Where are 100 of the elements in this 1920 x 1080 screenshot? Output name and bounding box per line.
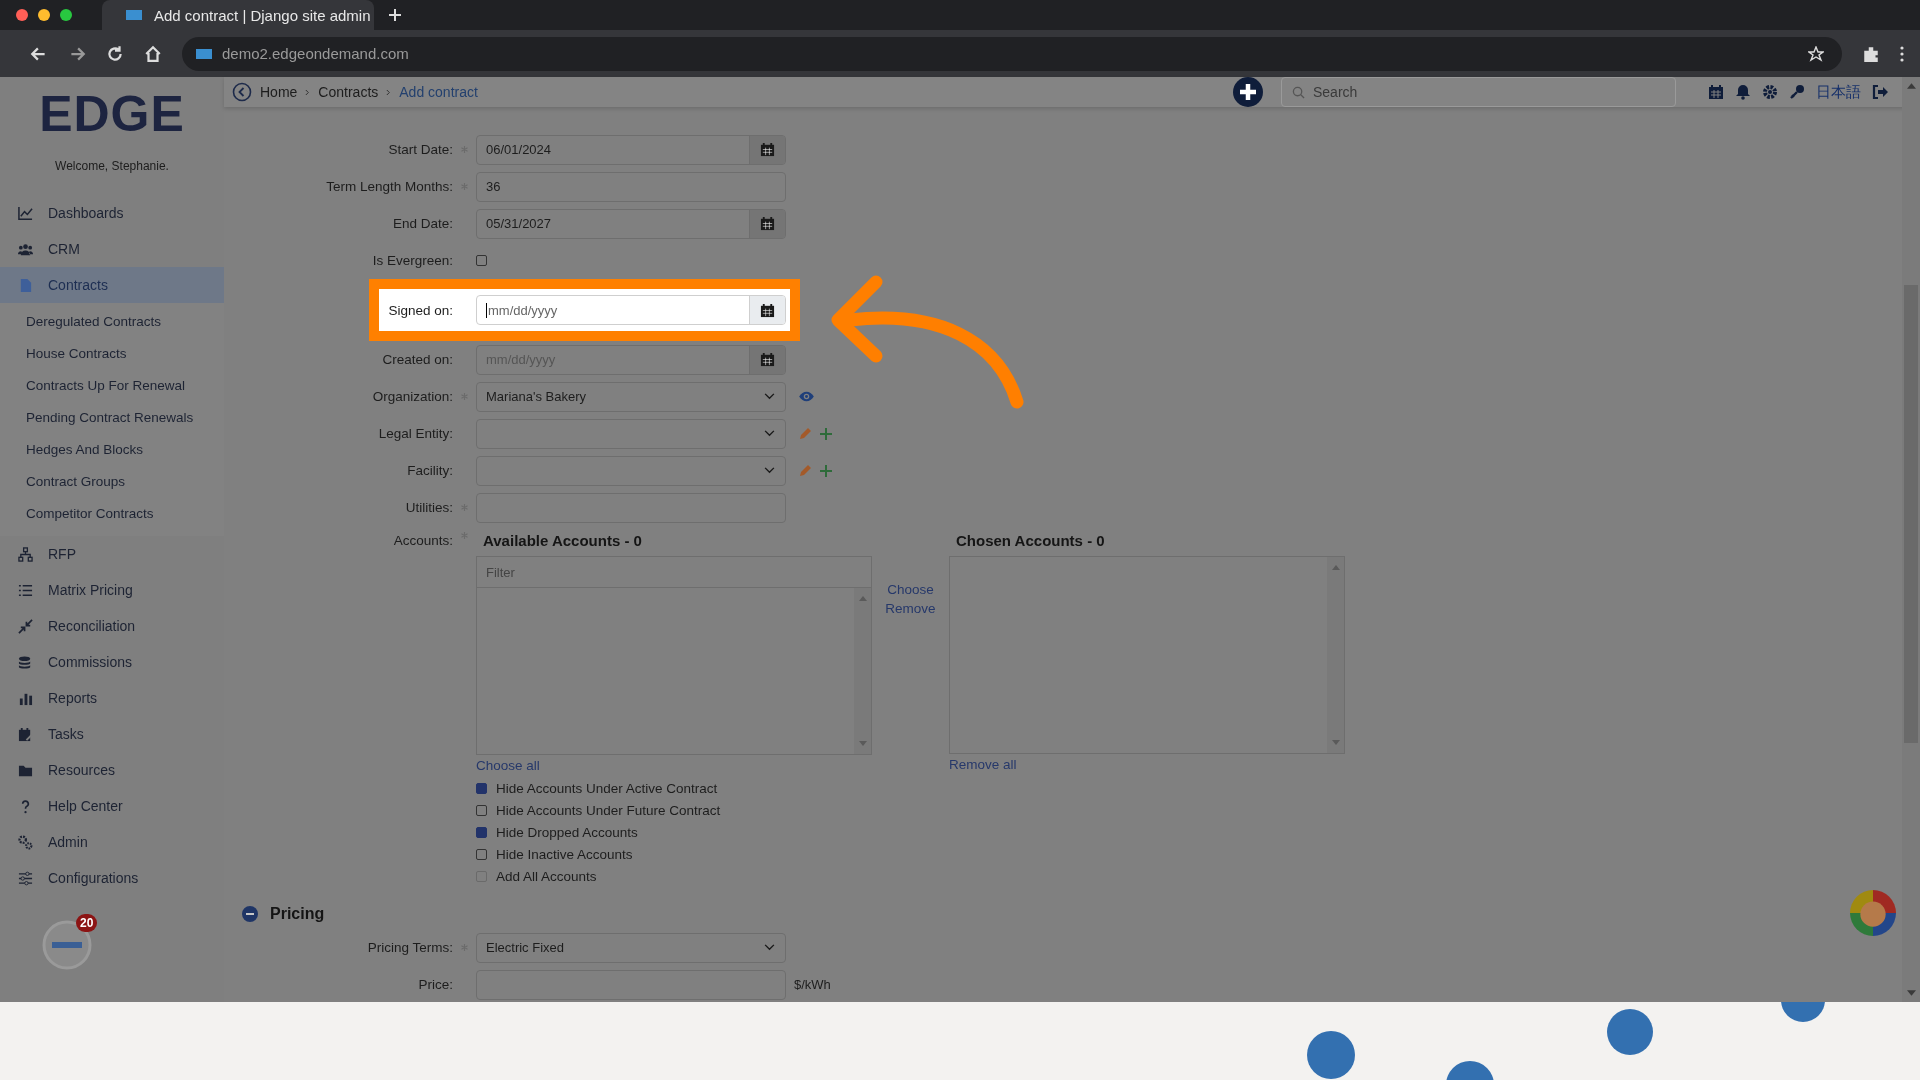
assistant-avatar-icon[interactable] — [1850, 890, 1896, 936]
date-field[interactable]: 06/01/2024 — [476, 134, 786, 165]
nav-item[interactable]: Contracts — [0, 267, 224, 303]
submenu-item[interactable]: Hedges And Blocks — [0, 434, 224, 466]
breadcrumb-link[interactable]: Home — [260, 84, 298, 100]
add-circle-icon[interactable] — [1233, 77, 1263, 107]
scroll-up-arrow-icon — [1906, 83, 1916, 89]
select-field[interactable]: Electric Fixed — [476, 932, 786, 963]
checkbox-label: Add All Accounts — [496, 868, 597, 884]
compress-arrows-icon — [18, 618, 33, 634]
collapse-circle-icon[interactable] — [242, 906, 258, 922]
notification-count: 20 — [76, 914, 98, 932]
checkbox-label: Hide Accounts Under Active Contract — [496, 780, 718, 796]
nav-item[interactable]: Admin — [0, 824, 224, 860]
submenu-item[interactable]: Contract Groups — [0, 466, 224, 498]
tab-title: Add contract | Django site admin — [154, 6, 371, 24]
scroll-up-arrow-icon — [1331, 565, 1340, 570]
settings-icon[interactable] — [1762, 84, 1778, 100]
choose-link[interactable]: Choose — [887, 582, 934, 597]
search-field[interactable]: Search — [1281, 77, 1676, 107]
chevron-down-icon — [764, 467, 775, 474]
section-title: Pricing — [270, 905, 325, 923]
choose-all-link[interactable]: Choose all — [476, 758, 540, 773]
submenu-item[interactable]: House Contracts — [0, 338, 224, 370]
text-field[interactable]: 36 — [476, 171, 786, 202]
breadcrumb-link[interactable]: Contracts — [318, 84, 379, 100]
new-tab-icon[interactable] — [388, 8, 402, 22]
calendar-icon[interactable] — [1708, 84, 1724, 100]
document-icon — [18, 277, 33, 293]
submenu-item[interactable]: Competitor Contracts — [0, 498, 224, 530]
nav-item[interactable]: Reports — [0, 680, 224, 716]
breadcrumb-link[interactable]: Add contract — [399, 84, 478, 100]
scrollbar[interactable] — [854, 588, 871, 754]
checkbox[interactable] — [476, 804, 487, 816]
nav-item[interactable]: Resources — [0, 752, 224, 788]
field-label: Facility: — [406, 463, 453, 478]
calendar-icon — [760, 352, 775, 367]
home-icon[interactable] — [144, 44, 162, 63]
nav-item[interactable]: Tasks — [0, 716, 224, 752]
select-field[interactable]: Mariana's Bakery — [476, 381, 786, 412]
field-label: Pricing Terms: — [366, 940, 453, 955]
nav-item[interactable]: RFP — [0, 536, 224, 572]
site-favicon-icon — [126, 10, 142, 20]
browser-menu-icon[interactable] — [1900, 45, 1904, 62]
field-label: Legal Entity: — [377, 426, 453, 441]
back-circle-icon[interactable] — [232, 82, 252, 102]
submenu-item[interactable]: Pending Contract Renewals — [0, 402, 224, 434]
scroll-up-arrow-icon — [858, 596, 867, 601]
calendar-icon — [760, 302, 775, 318]
calendar-icon — [760, 142, 775, 157]
calendar-icon — [760, 216, 775, 231]
page-scrollbar[interactable] — [1902, 77, 1920, 1002]
field-label: Start Date: — [387, 142, 453, 157]
nav-item[interactable]: Reconciliation — [0, 608, 224, 644]
reload-icon[interactable] — [106, 44, 124, 63]
submenu-item[interactable]: Deregulated Contracts — [0, 306, 224, 338]
nav-item[interactable]: Configurations — [0, 860, 224, 896]
select-field[interactable] — [476, 455, 786, 486]
nav-item[interactable]: Help Center — [0, 788, 224, 824]
field-label: Term Length Months: — [325, 179, 453, 194]
checkbox-label: Hide Accounts Under Future Contract — [496, 802, 721, 818]
remove-all-link[interactable]: Remove all — [949, 757, 1017, 772]
field-label: Signed on: — [387, 302, 453, 318]
remove-link[interactable]: Remove — [885, 601, 936, 616]
url-text: demo2.edgeondemand.com — [222, 45, 409, 62]
browser-tab[interactable]: Add contract | Django site admin — [102, 0, 374, 30]
checkbox[interactable] — [476, 826, 487, 838]
logo[interactable]: EDGE — [0, 91, 224, 137]
field-label: Price: — [417, 977, 453, 992]
bookmark-star-icon[interactable] — [1808, 45, 1824, 62]
bell-icon[interactable] — [1735, 84, 1751, 100]
nav-item[interactable]: Matrix Pricing — [0, 572, 224, 608]
checkbox[interactable] — [476, 255, 487, 266]
checkbox-label: Hide Inactive Accounts — [496, 846, 633, 862]
filter-field[interactable]: Filter — [476, 556, 872, 587]
welcome-badge-icon[interactable] — [42, 920, 92, 970]
language-link[interactable]: 日本語 — [1816, 82, 1861, 102]
window-control-icon[interactable] — [60, 9, 72, 21]
logout-icon[interactable] — [1872, 84, 1888, 100]
scrollbar[interactable] — [1327, 557, 1344, 753]
eye-icon[interactable] — [798, 391, 815, 402]
nav-item[interactable]: CRM — [0, 231, 224, 267]
address-bar[interactable]: demo2.edgeondemand.com — [182, 36, 1842, 71]
select-field[interactable] — [476, 418, 786, 449]
nav-item[interactable]: Commissions — [0, 644, 224, 680]
sliders-icon — [18, 870, 33, 886]
site-favicon-icon — [196, 48, 212, 59]
submenu-item[interactable]: Contracts Up For Renewal — [0, 370, 224, 402]
welcome-text: Welcome, Stephanie. — [54, 159, 170, 173]
date-field[interactable]: 05/31/2027 — [476, 208, 786, 239]
key-icon[interactable] — [1789, 84, 1805, 100]
chevron-right-icon — [305, 88, 311, 96]
window-control-icon[interactable] — [16, 9, 28, 21]
checkbox[interactable] — [476, 848, 487, 860]
users-icon — [18, 241, 33, 257]
date-field[interactable]: mm/dd/yyyy — [476, 295, 786, 325]
nav-item[interactable]: Dashboards — [0, 195, 224, 231]
window-control-icon[interactable] — [38, 9, 50, 21]
checkbox[interactable] — [476, 782, 487, 794]
extensions-icon[interactable] — [1862, 44, 1880, 63]
